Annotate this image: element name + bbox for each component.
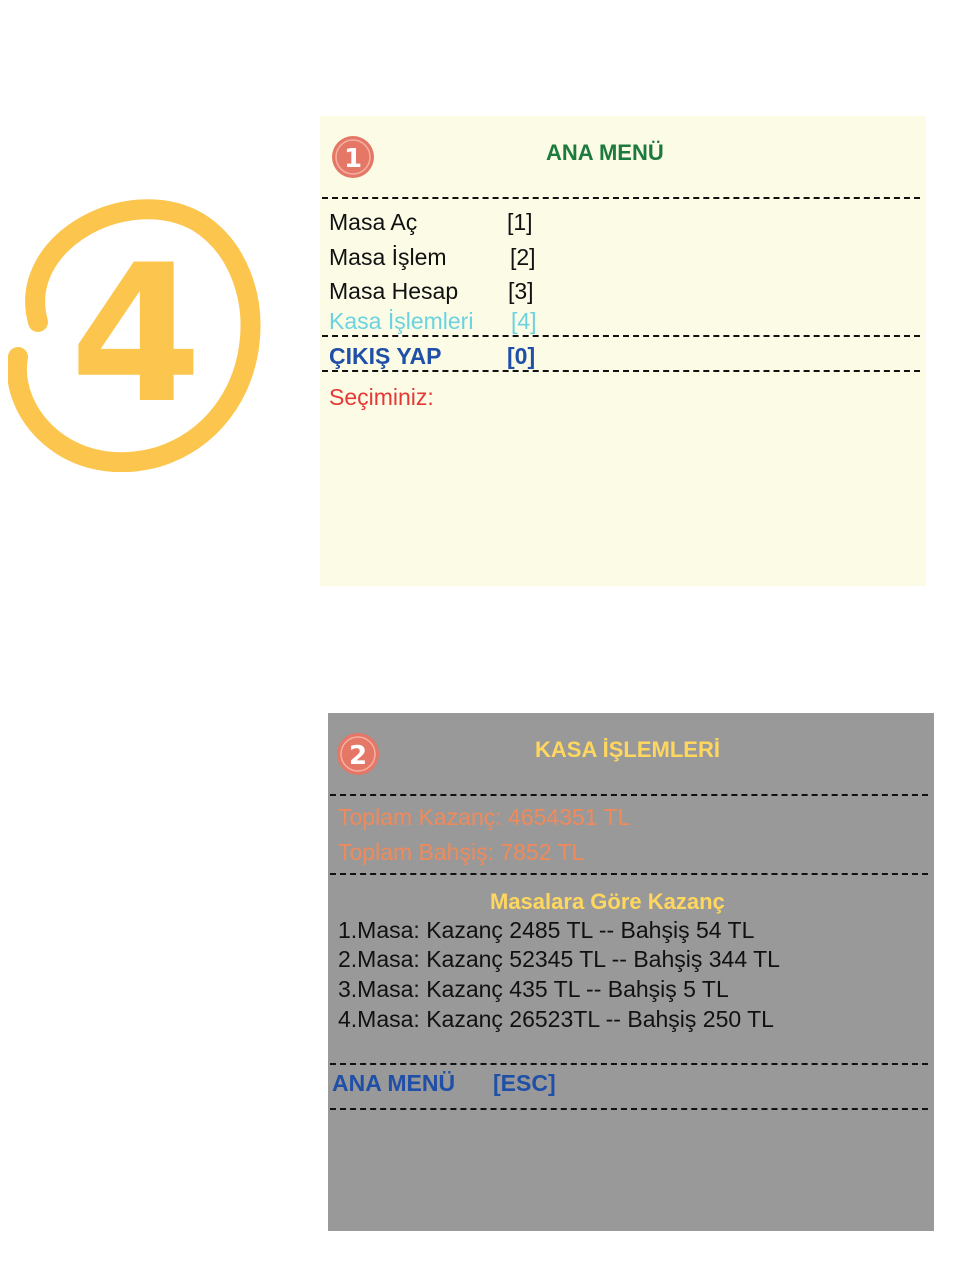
badge-2-number: 2 [349, 741, 367, 771]
badge-1-icon: 1 [332, 136, 374, 178]
exit-key: [0] [507, 343, 536, 369]
table-row: 1.Masa: Kazanç 2485 TL -- Bahşiş 54 TL [338, 917, 755, 943]
selection-prompt[interactable]: Seçiminiz: [329, 386, 434, 409]
menu-item-masa-hesap[interactable]: Masa Hesap [3] [329, 278, 534, 304]
menu-item-label: Masa İşlem [329, 244, 447, 270]
menu-item-label: Masa Hesap [329, 278, 459, 304]
total-tips: Toplam Bahşiş: 7852 TL [338, 839, 585, 865]
menu-item-key: [4] [511, 308, 537, 334]
badge-2-icon: 2 [337, 733, 379, 775]
section-title: Masalara Göre Kazanç [490, 889, 725, 914]
main-menu-panel: 1 ANA MENÜ Masa Aç [1] Masa İşlem [2] Ma… [320, 116, 926, 586]
badge-1-number: 1 [344, 144, 362, 174]
divider [330, 1108, 928, 1110]
menu-item-label: Kasa İşlemleri [329, 308, 474, 334]
back-to-main-menu[interactable]: ANA MENÜ [ESC] [332, 1070, 556, 1096]
kasa-islemleri-panel: 2 KASA İŞLEMLERİ Toplam Kazanç: 4654351 … [328, 713, 934, 1231]
menu-item-exit[interactable]: ÇIKIŞ YAP [0] [329, 343, 535, 369]
divider [322, 370, 920, 372]
divider [330, 1063, 928, 1065]
table-row: 2.Masa: Kazanç 52345 TL -- Bahşiş 344 TL [338, 946, 780, 972]
menu-item-masa-islem[interactable]: Masa İşlem [2] [329, 244, 536, 270]
menu-item-masa-ac[interactable]: Masa Aç [1] [329, 209, 533, 235]
table-row: 4.Masa: Kazanç 26523TL -- Bahşiş 250 TL [338, 1006, 774, 1032]
divider [330, 794, 928, 796]
menu-item-key: [3] [508, 278, 534, 304]
step-4-circle-icon: 4 [8, 199, 261, 472]
divider [322, 197, 920, 199]
menu-item-key: [1] [507, 209, 533, 235]
step-4-number: 4 [70, 224, 202, 445]
divider [322, 335, 920, 337]
menu-item-kasa-islemleri[interactable]: Kasa İşlemleri [4] [329, 308, 537, 334]
main-menu-title: ANA MENÜ [546, 140, 664, 165]
menu-item-key: [2] [510, 244, 536, 270]
back-key: [ESC] [493, 1070, 556, 1096]
table-row: 3.Masa: Kazanç 435 TL -- Bahşiş 5 TL [338, 976, 729, 1002]
exit-label: ÇIKIŞ YAP [329, 343, 442, 369]
kasa-title: KASA İŞLEMLERİ [535, 737, 720, 762]
total-earnings: Toplam Kazanç: 4654351 TL [338, 804, 631, 830]
back-label: ANA MENÜ [332, 1070, 456, 1096]
menu-item-label: Masa Aç [329, 209, 418, 235]
divider [330, 873, 928, 875]
